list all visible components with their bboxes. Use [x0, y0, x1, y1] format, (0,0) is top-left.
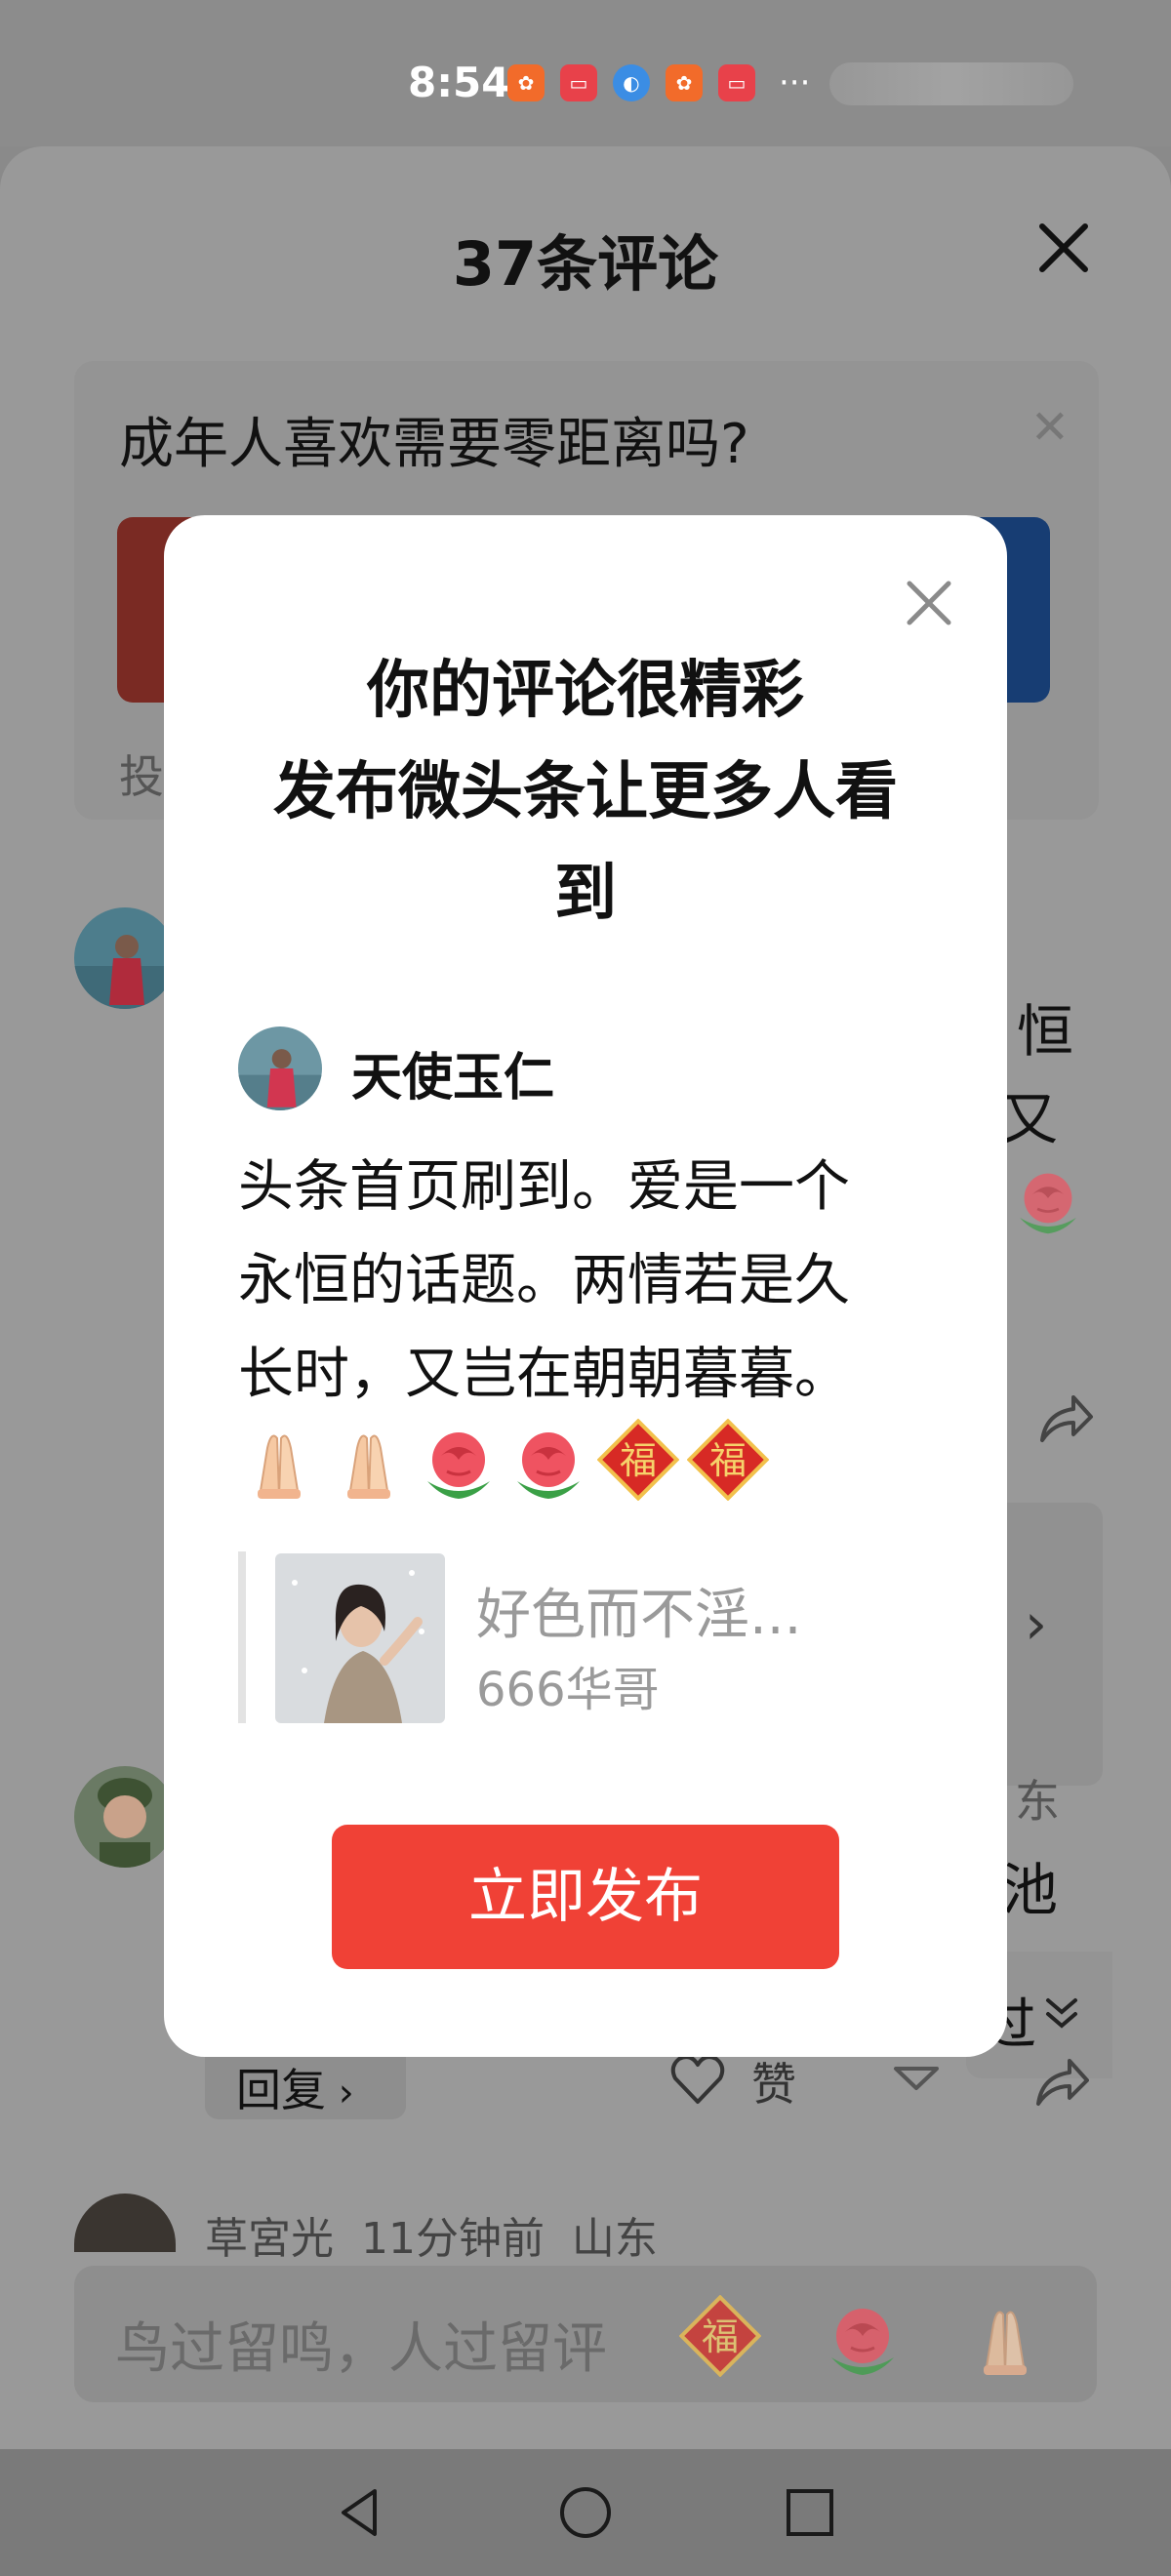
quoted-article: 好色而不淫... 666华哥 [238, 1551, 941, 1723]
poll-close-icon[interactable]: ✕ [1030, 400, 1070, 455]
double-chevron-down-icon [1046, 1998, 1077, 2029]
publish-now-button[interactable]: 立即发布 [332, 1825, 839, 1969]
fu-emoji[interactable] [679, 2295, 761, 2377]
quoted-article-thumbnail [275, 1553, 445, 1723]
rose-emoji [1018, 1172, 1078, 1235]
poll-footer-text: 投 [119, 750, 164, 803]
quoted-article-card[interactable] [1005, 1503, 1103, 1786]
rose-emoji [515, 1430, 582, 1501]
back-icon[interactable] [332, 2483, 390, 2542]
reply-label: 回复 [236, 2064, 326, 2116]
pray-emoji[interactable] [964, 2295, 1046, 2377]
huawei-store-icon: ▭ [560, 64, 597, 101]
app-orange-icon: ✿ [507, 64, 545, 101]
dislike-icon[interactable] [886, 2049, 947, 2110]
author-avatar [238, 1026, 322, 1110]
avatar[interactable] [74, 1766, 176, 1868]
partial-comment-text: 又 [1001, 1086, 1059, 1152]
huawei-store-icon: ▭ [718, 64, 755, 101]
partial-comment-text: 池 [1001, 1857, 1059, 1923]
dialog-title-line: 到 [554, 858, 617, 930]
emoji-row [238, 1419, 769, 1501]
rose-emoji [425, 1430, 492, 1501]
rose-emoji[interactable] [822, 2295, 904, 2377]
dialog-title: 你的评论很精彩 发布微头条让更多人看 到 [222, 640, 949, 945]
browser-icon: ◐ [613, 64, 650, 101]
fu-emoji [597, 1419, 679, 1501]
comment-text: 头条首页刷到。爱是一个 永恒的话题。两情若是久 长时，又岂在朝朝暮暮。 [238, 1140, 921, 1421]
like-label: 赞 [751, 2058, 796, 2111]
app-orange-icon: ✿ [666, 64, 703, 101]
like-icon[interactable] [667, 2049, 728, 2110]
recents-icon[interactable] [781, 2483, 839, 2542]
chevron-right-icon: › [1025, 1590, 1048, 1657]
home-icon[interactable] [556, 2483, 615, 2542]
partial-comment-text: 恒 [1017, 998, 1074, 1065]
status-bar: 8:54 ✿ ▭ ◐ ✿ ▭ ··· [0, 0, 1171, 146]
comment-line: 长时，又岂在朝朝暮暮。 [238, 1342, 850, 1406]
pray-emoji [346, 1434, 391, 1500]
quoted-article-author: 666华哥 [476, 1663, 660, 1717]
status-time: 8:54 [408, 59, 510, 106]
comment-input-placeholder: 鸟过留鸣，人过留评 [115, 2317, 607, 2381]
more-notifications-icon: ··· [779, 63, 811, 102]
comment-meta: 草宮光 11分钟前 山东 [205, 2214, 658, 2264]
author-name: 天使玉仁 [351, 1049, 555, 1107]
avatar[interactable] [74, 907, 176, 1009]
fu-emoji [687, 1419, 769, 1501]
share-icon[interactable] [1032, 1386, 1097, 1450]
dialog-title-line: 你的评论很精彩 [367, 655, 804, 727]
publish-micro-headline-dialog: 你的评论很精彩 发布微头条让更多人看 到 天使玉仁 头条首页刷到。爱是一个 永恒… [164, 515, 1007, 2057]
share-icon[interactable] [1029, 2049, 1089, 2110]
avatar[interactable] [74, 2194, 176, 2252]
poll-question: 成年人喜欢需要零距离吗? [119, 413, 749, 476]
system-navigation-bar [0, 2449, 1171, 2576]
partial-location-text: 东 [1015, 1775, 1060, 1828]
comment-count-title: 37条评论 [452, 228, 719, 300]
close-icon[interactable] [890, 564, 968, 642]
dialog-title-line: 发布微头条让更多人看 [273, 756, 898, 828]
comment-line: 头条首页刷到。爱是一个 [238, 1154, 850, 1219]
comment-input-bar[interactable]: 鸟过留鸣，人过留评 [74, 2266, 1097, 2402]
pray-emoji [257, 1434, 302, 1500]
status-notification-icons: ✿ ▭ ◐ ✿ ▭ ··· [507, 64, 810, 101]
close-icon[interactable] [1034, 219, 1093, 277]
quoted-article-title: 好色而不淫... [476, 1584, 802, 1647]
comment-line: 永恒的话题。两情若是久 [238, 1248, 850, 1312]
status-system-icons-blurred [829, 62, 1073, 105]
